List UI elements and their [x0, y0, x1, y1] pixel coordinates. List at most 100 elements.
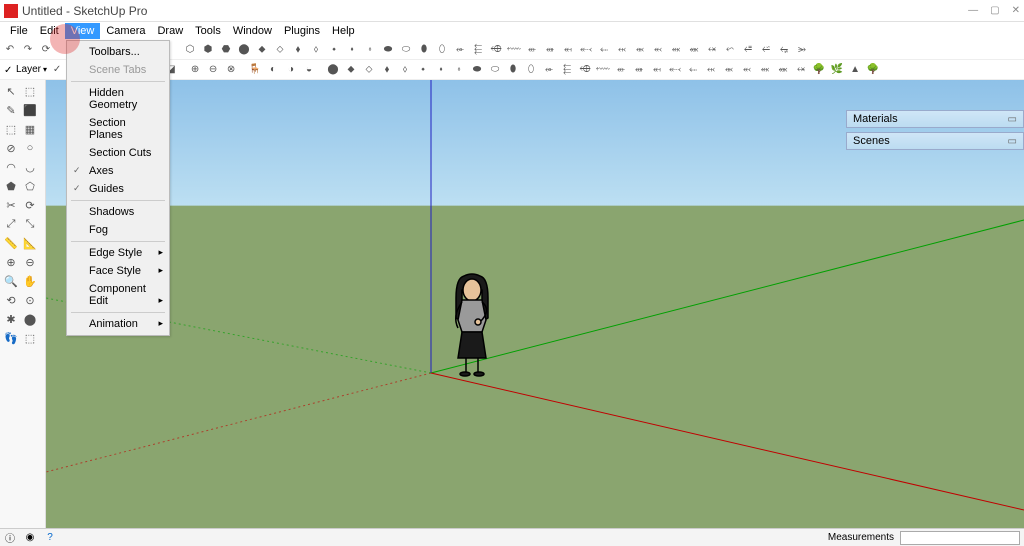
toolbar-button[interactable]: ⬲	[488, 42, 504, 58]
toolbar-button[interactable]: ⬨	[308, 42, 324, 58]
menu-draw[interactable]: Draw	[151, 23, 189, 39]
tool-button[interactable]: ✱	[2, 310, 20, 328]
tool-button[interactable]: 📐	[21, 234, 39, 252]
close-button[interactable]: ✕	[1012, 5, 1020, 16]
toolbar-button[interactable]: ⬼	[668, 42, 684, 58]
toolbar-button[interactable]: ⊖	[205, 62, 221, 78]
toolbar-button[interactable]: ⬧	[379, 62, 395, 78]
tool-button[interactable]: ⬚	[2, 120, 20, 138]
toolbar-button[interactable]: 🌿	[829, 62, 845, 78]
toolbar-button[interactable]: ⬮	[505, 62, 521, 78]
toolbar-button[interactable]: ⬦	[272, 42, 288, 58]
tool-button[interactable]: 👣	[2, 329, 20, 347]
tool-button[interactable]: ◠	[2, 158, 20, 176]
toolbar-button[interactable]: 🌳	[865, 62, 881, 78]
tool-button[interactable]: 🔍	[2, 272, 20, 290]
menu-help[interactable]: Help	[326, 23, 361, 39]
view-menu-axes[interactable]: Axes	[67, 162, 169, 180]
toolbar-button[interactable]: ⬼	[757, 62, 773, 78]
menu-file[interactable]: File	[4, 23, 34, 39]
tool-button[interactable]: ⟳	[21, 196, 39, 214]
tool-button[interactable]: ✋	[21, 272, 39, 290]
toolbar-button[interactable]: ⬱	[559, 62, 575, 78]
tool-button[interactable]: 📏	[2, 234, 20, 252]
tool-button[interactable]: ⬟	[2, 177, 20, 195]
tool-button[interactable]: ✂	[2, 196, 20, 214]
tool-button[interactable]: ⬤	[21, 310, 39, 328]
toolbar-button[interactable]: 🪑	[247, 62, 263, 78]
toolbar-button[interactable]: ⬳	[506, 42, 522, 58]
toolbar-button[interactable]: ⬪	[344, 42, 360, 58]
view-menu-hidden-geometry[interactable]: Hidden Geometry	[67, 84, 169, 114]
toolbar-button[interactable]: ⬸	[685, 62, 701, 78]
toolbar-button[interactable]: ⬮	[416, 42, 432, 58]
toolbar-button[interactable]: ↷	[20, 42, 36, 58]
view-menu-edge-style[interactable]: Edge Style	[67, 244, 169, 262]
tool-button[interactable]: ⬛	[21, 101, 39, 119]
toolbar-button[interactable]: ⬥	[343, 62, 359, 78]
maximize-button[interactable]: ▢	[990, 5, 999, 16]
toolbar-button[interactable]: ⬭	[487, 62, 503, 78]
toolbar-button[interactable]: ⬤	[236, 42, 252, 58]
toolbar-button[interactable]: ⬦	[361, 62, 377, 78]
materials-panel-close-icon[interactable]: ▭	[1008, 114, 1017, 125]
toolbar-button[interactable]: ⬧	[290, 42, 306, 58]
layer-selector[interactable]: ✓ Layer ▾	[4, 64, 47, 75]
toolbar-button[interactable]: ⬽	[686, 42, 702, 58]
toolbar-button[interactable]: ⬪	[433, 62, 449, 78]
viewport[interactable]: Materials ▭ Scenes ▭	[46, 80, 1024, 528]
tool-button[interactable]: ⬠	[21, 177, 39, 195]
view-menu-component-edit[interactable]: Component Edit	[67, 280, 169, 310]
toolbar-button[interactable]: ⬹	[614, 42, 630, 58]
toolbar-button[interactable]: ▲	[847, 62, 863, 78]
tool-button[interactable]: ⟲	[2, 291, 20, 309]
toolbar-button[interactable]: ⭂	[776, 42, 792, 58]
view-menu-fog[interactable]: Fog	[67, 221, 169, 239]
toolbar-button[interactable]: ⬢	[200, 42, 216, 58]
view-menu-section-planes[interactable]: Section Planes	[67, 114, 169, 144]
toolbar-button[interactable]: ✓	[49, 62, 65, 78]
toolbar-button[interactable]: ⬰	[541, 62, 557, 78]
toolbar-button[interactable]: ⬭	[398, 42, 414, 58]
toolbar-button[interactable]: ⭁	[758, 42, 774, 58]
toolbar-button[interactable]: ⬾	[704, 42, 720, 58]
toolbar-button[interactable]: ⬶	[560, 42, 576, 58]
toolbar-button[interactable]: ⬫	[451, 62, 467, 78]
toolbar-button[interactable]: ◑	[283, 62, 299, 78]
toolbar-button[interactable]: ⬩	[326, 42, 342, 58]
toolbar-button[interactable]: ⬺	[632, 42, 648, 58]
toolbar-button[interactable]: ⭀	[740, 42, 756, 58]
tool-button[interactable]: ⊘	[2, 139, 20, 157]
view-menu-shadows[interactable]: Shadows	[67, 203, 169, 221]
toolbar-button[interactable]: ⬫	[362, 42, 378, 58]
view-menu-face-style[interactable]: Face Style	[67, 262, 169, 280]
status-info-icon[interactable]: ⓘ	[2, 530, 18, 546]
minimize-button[interactable]: —	[968, 5, 978, 16]
toolbar-button[interactable]: ↶	[2, 42, 18, 58]
tool-button[interactable]: ○	[21, 139, 39, 157]
tool-button[interactable]: ⊕	[2, 253, 20, 271]
toolbar-button[interactable]: ⬯	[523, 62, 539, 78]
status-user-icon[interactable]: ◉	[22, 530, 38, 546]
materials-panel-header[interactable]: Materials ▭	[846, 110, 1024, 128]
toolbar-button[interactable]: ⬾	[793, 62, 809, 78]
tool-button[interactable]: ⤡	[21, 215, 39, 233]
toolbar-button[interactable]: ⬻	[739, 62, 755, 78]
menu-window[interactable]: Window	[227, 23, 278, 39]
menu-tools[interactable]: Tools	[189, 23, 227, 39]
toolbar-button[interactable]: ⬴	[524, 42, 540, 58]
menu-camera[interactable]: Camera	[100, 23, 151, 39]
tool-button[interactable]: ▦	[21, 120, 39, 138]
toolbar-button[interactable]: ◐	[265, 62, 281, 78]
measurements-input[interactable]	[900, 531, 1020, 545]
toolbar-button[interactable]: ⬸	[596, 42, 612, 58]
toolbar-button[interactable]: ⊗	[223, 62, 239, 78]
tool-button[interactable]: ⊙	[21, 291, 39, 309]
toolbar-button[interactable]: ⬷	[578, 42, 594, 58]
toolbar-button[interactable]: ⊕	[187, 62, 203, 78]
tool-button[interactable]: ⤢	[2, 215, 20, 233]
toolbar-button[interactable]: ⭃	[794, 42, 810, 58]
toolbar-button[interactable]: ⬨	[397, 62, 413, 78]
toolbar-button[interactable]: ⬵	[631, 62, 647, 78]
toolbar-button[interactable]: ⬺	[721, 62, 737, 78]
